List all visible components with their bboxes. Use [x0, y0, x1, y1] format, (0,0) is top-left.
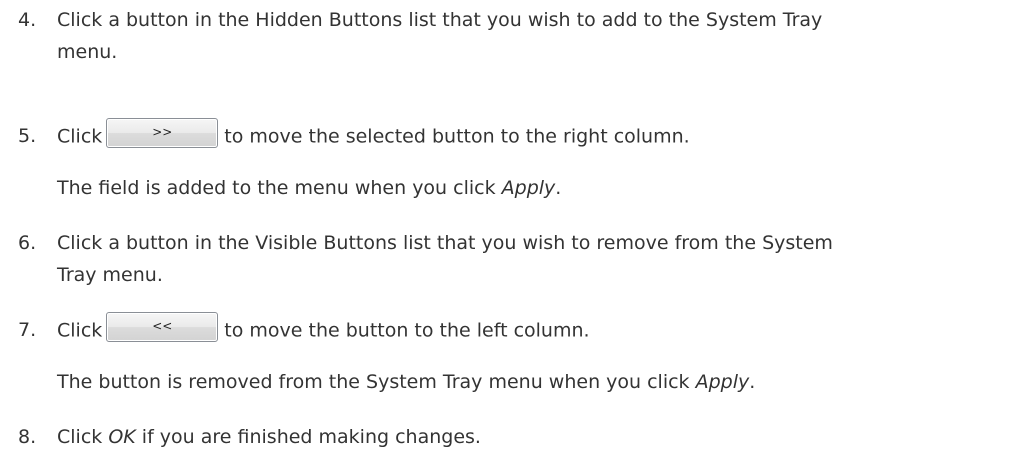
note-punct: .: [749, 371, 756, 393]
step-6: 6. Click a button in the Visible Buttons…: [0, 229, 1015, 289]
step-text-before: Click: [57, 319, 103, 342]
apply-term: Apply: [695, 371, 750, 393]
step-text: Click a button in the Hidden Buttons lis…: [57, 9, 823, 31]
step-8: 8. Click OK if you are finished making c…: [0, 423, 1015, 451]
move-left-button-image: <<: [106, 312, 219, 342]
step-text: Click a button in the Visible Buttons li…: [57, 232, 833, 254]
ok-term: OK: [108, 426, 136, 448]
step-text-after: if you are finished making changes.: [135, 426, 481, 448]
note-text: The button is removed from the System Tr…: [57, 371, 696, 393]
step-text-after: to move the selected button to the right…: [224, 125, 690, 148]
step-text-before: Click: [57, 125, 103, 148]
move-right-button-image: >>: [106, 118, 219, 148]
step-5-note: The field is added to the menu when you …: [0, 174, 561, 202]
apply-term: Apply: [501, 177, 556, 199]
step-number: 7.: [18, 319, 37, 341]
step-text-before: Click: [57, 426, 109, 448]
note-punct: .: [555, 177, 562, 199]
note-text: The field is added to the menu when you …: [57, 177, 502, 199]
step-7-note: The button is removed from the System Tr…: [0, 368, 755, 396]
step-number: 8.: [18, 426, 37, 448]
step-number: 5.: [18, 125, 37, 147]
step-text-continued: Tray menu.: [57, 264, 163, 286]
step-5: 5. Click >> to move the selected button to…: [0, 118, 1015, 152]
step-number: 6.: [18, 232, 37, 254]
step-4: 4. Click a button in the Hidden Buttons …: [0, 6, 1015, 66]
step-number: 4.: [18, 9, 37, 31]
step-text-continued: menu.: [57, 41, 118, 63]
step-7: 7. Click << to move the button to the left…: [0, 312, 1015, 346]
step-text-after: to move the button to the left column.: [224, 319, 590, 342]
